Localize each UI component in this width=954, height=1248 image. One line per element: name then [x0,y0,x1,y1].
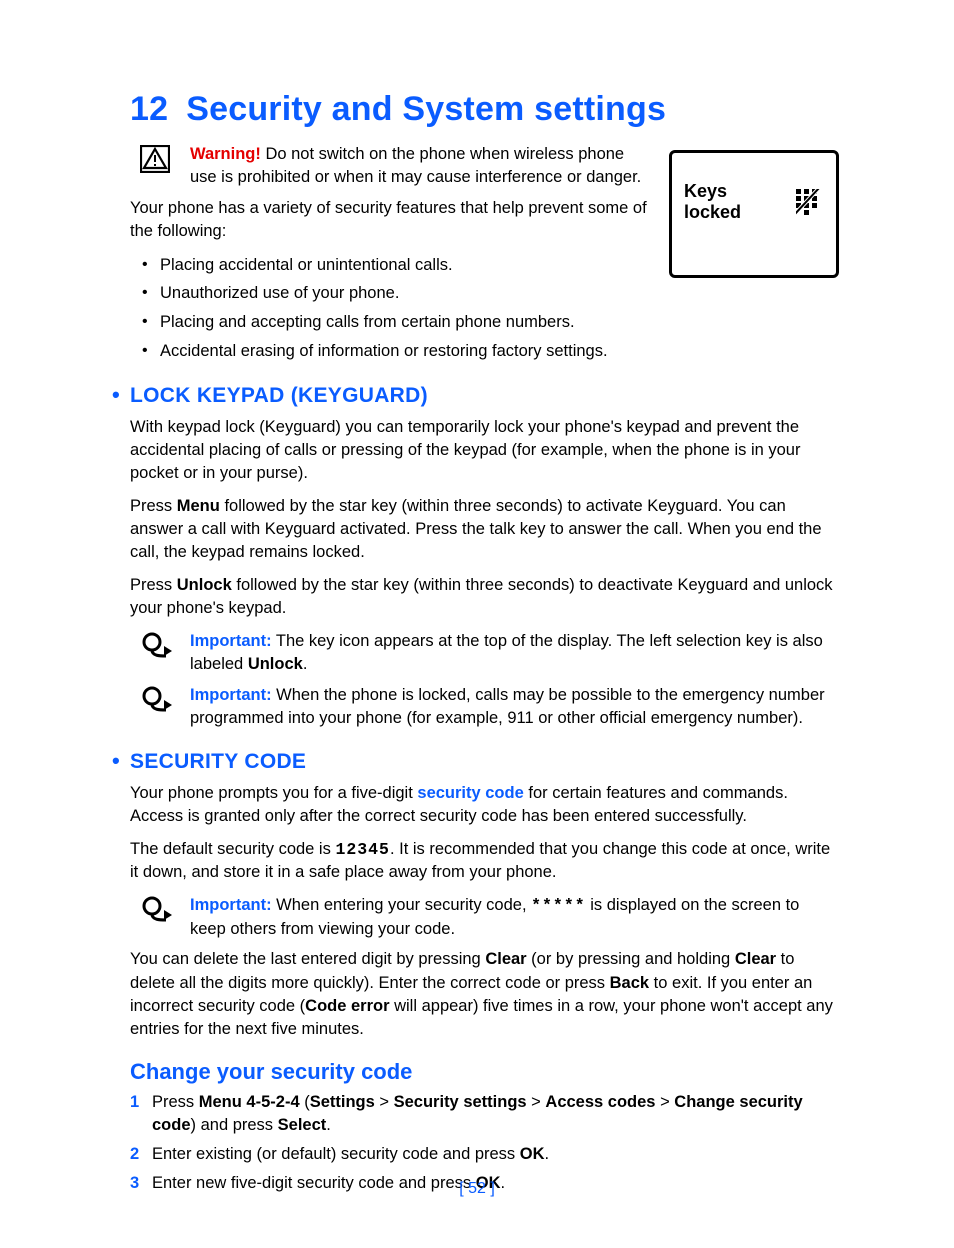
chapter-number: 12 [130,90,168,128]
keyguard-p2: Press Menu followed by the star key (wit… [130,495,839,564]
security-code-link[interactable]: security code [417,784,523,802]
keyguard-p3: Press Unlock followed by the star key (w… [130,574,839,620]
security-p2: The default security code is 12345. It i… [130,838,839,884]
section-heading-security: SECURITY CODE [130,748,839,774]
important-arrow-icon [140,896,172,924]
list-item: Accidental erasing of information or res… [130,339,839,364]
list-item: Unauthorized use of your phone. [130,281,839,306]
warning-callout: Warning! Do not switch on the phone when… [140,143,650,189]
important-arrow-icon [140,686,172,714]
list-item: Placing and accepting calls from certain… [130,310,839,335]
phone-screen-label: Keys locked [684,181,788,223]
keyguard-p1: With keypad lock (Keyguard) you can temp… [130,416,839,485]
step-item: Enter existing (or default) security cod… [130,1143,839,1166]
keypad-crossed-icon [796,189,824,215]
warning-icon [140,145,170,173]
chapter-heading: 12 Security and System settings [130,90,839,129]
warning-lead: Warning! [190,145,261,163]
step-item: Press Menu 4-5-2-4 (Settings > Security … [130,1091,839,1137]
important-callout: Important: When the phone is locked, cal… [140,684,839,730]
feature-bullet-list: Placing accidental or unintentional call… [130,253,839,364]
security-p3: You can delete the last entered digit by… [130,948,839,1040]
list-item: Placing accidental or unintentional call… [130,253,839,278]
important-arrow-icon [140,632,172,660]
page-number: [ 52 ] [0,1180,954,1198]
important-callout: Important: When entering your security c… [140,894,839,941]
manual-page: 12 Security and System settings Keys lock… [0,0,954,1248]
important-callout: Important: The key icon appears at the t… [140,630,839,676]
section-heading-keyguard: LOCK KEYPAD (KEYGUARD) [130,382,839,408]
chapter-title: Security and System settings [186,90,666,128]
sub-heading-change-code: Change your security code [130,1059,839,1085]
security-p1: Your phone prompts you for a five-digit … [130,782,839,828]
intro-text: Your phone has a variety of security fea… [130,197,650,243]
